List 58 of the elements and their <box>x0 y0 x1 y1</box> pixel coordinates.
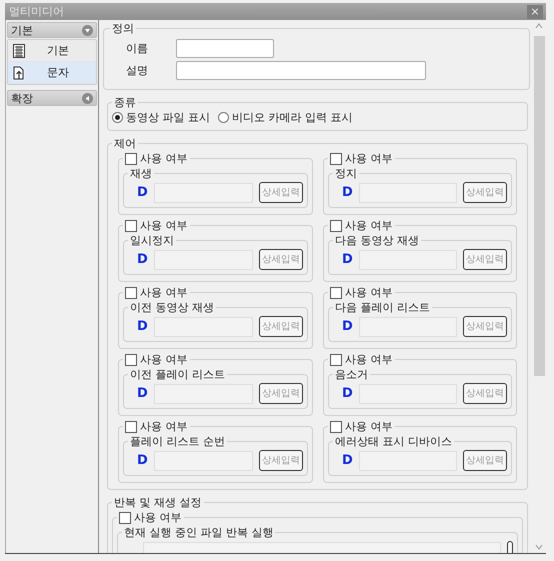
checkbox-label: 사용 여부 <box>140 285 188 300</box>
close-button[interactable]: × <box>527 4 543 18</box>
group-title: 정지 <box>335 166 357 181</box>
group-title: 플레이 리스트 순번 <box>130 434 225 449</box>
device-label: D <box>137 252 148 268</box>
group-title: 에러상태 표시 디바이스 <box>335 434 452 449</box>
group-title: 정의 <box>112 21 134 36</box>
checkbox-label: 사용 여부 <box>345 285 392 300</box>
group-title: 다음 플레이 리스트 <box>335 300 430 315</box>
checkbox-label: 사용 여부 <box>140 352 188 367</box>
group-title: 이전 플레이 리스트 <box>130 367 225 382</box>
checkbox-label: 사용 여부 <box>345 419 392 434</box>
device-label: D <box>342 184 353 200</box>
field-label: 설명 <box>126 63 149 78</box>
device-label: D <box>342 386 353 402</box>
checkbox-label: 사용 여부 <box>345 218 392 233</box>
section-label: 확장 <box>11 90 33 106</box>
field-label: 이름 <box>126 41 149 56</box>
radio-label: 동영상 파일 표시 <box>126 110 210 125</box>
detail-button[interactable]: 상세입력 <box>259 249 303 270</box>
detail-button[interactable]: 상세입력 <box>463 182 507 203</box>
detail-button[interactable]: 상세입력 <box>259 182 303 203</box>
detail-button[interactable]: 상세입력 <box>259 450 303 471</box>
device-label: D <box>342 452 353 468</box>
device-label: D <box>342 318 353 334</box>
detail-button[interactable]: 상세입력 <box>463 383 507 404</box>
checkbox-label: 사용 여부 <box>345 352 392 367</box>
detail-button[interactable]: 상세입력 <box>259 316 303 337</box>
radio-label: 비디오 카메라 입력 표시 <box>232 110 352 125</box>
group-title: 제어 <box>114 136 136 151</box>
device-label: D <box>342 252 353 268</box>
group-title: 음소거 <box>335 367 368 382</box>
device-label: D <box>137 318 148 334</box>
section-header[interactable]: 확장 <box>7 90 97 106</box>
group-title: 이전 동영상 재생 <box>130 300 214 315</box>
window-title: 멀티미디어 <box>9 4 64 19</box>
checkbox-label: 사용 여부 <box>134 510 182 525</box>
device-label: D <box>137 452 148 468</box>
sidebar-item[interactable]: 기본 <box>8 40 96 62</box>
group-title: 재생 <box>130 166 152 181</box>
detail-button[interactable]: 상세입력 <box>463 450 507 471</box>
group-title: 현재 실행 중인 파일 반복 실행 <box>124 525 274 540</box>
group-title: 종류 <box>114 95 136 110</box>
section-header[interactable]: 기본 <box>7 22 97 38</box>
device-label: D <box>137 386 148 402</box>
checkbox-label: 사용 여부 <box>140 151 188 166</box>
detail-button[interactable]: 상세입력 <box>259 383 303 404</box>
group-title: 반복 및 재생 설정 <box>114 495 202 510</box>
sidebar-item[interactable]: 문자 <box>8 62 96 84</box>
checkbox-label: 사용 여부 <box>345 151 392 166</box>
detail-button[interactable]: 상세입력 <box>463 316 507 337</box>
checkbox-label: 사용 여부 <box>140 218 188 233</box>
device-label: D <box>137 184 148 200</box>
group-title: 다음 동영상 재생 <box>335 233 419 248</box>
section-label: 기본 <box>11 22 33 38</box>
checkbox-label: 사용 여부 <box>140 419 188 434</box>
detail-button[interactable]: 상세입력 <box>463 249 507 270</box>
group-title: 일시정지 <box>130 233 174 248</box>
